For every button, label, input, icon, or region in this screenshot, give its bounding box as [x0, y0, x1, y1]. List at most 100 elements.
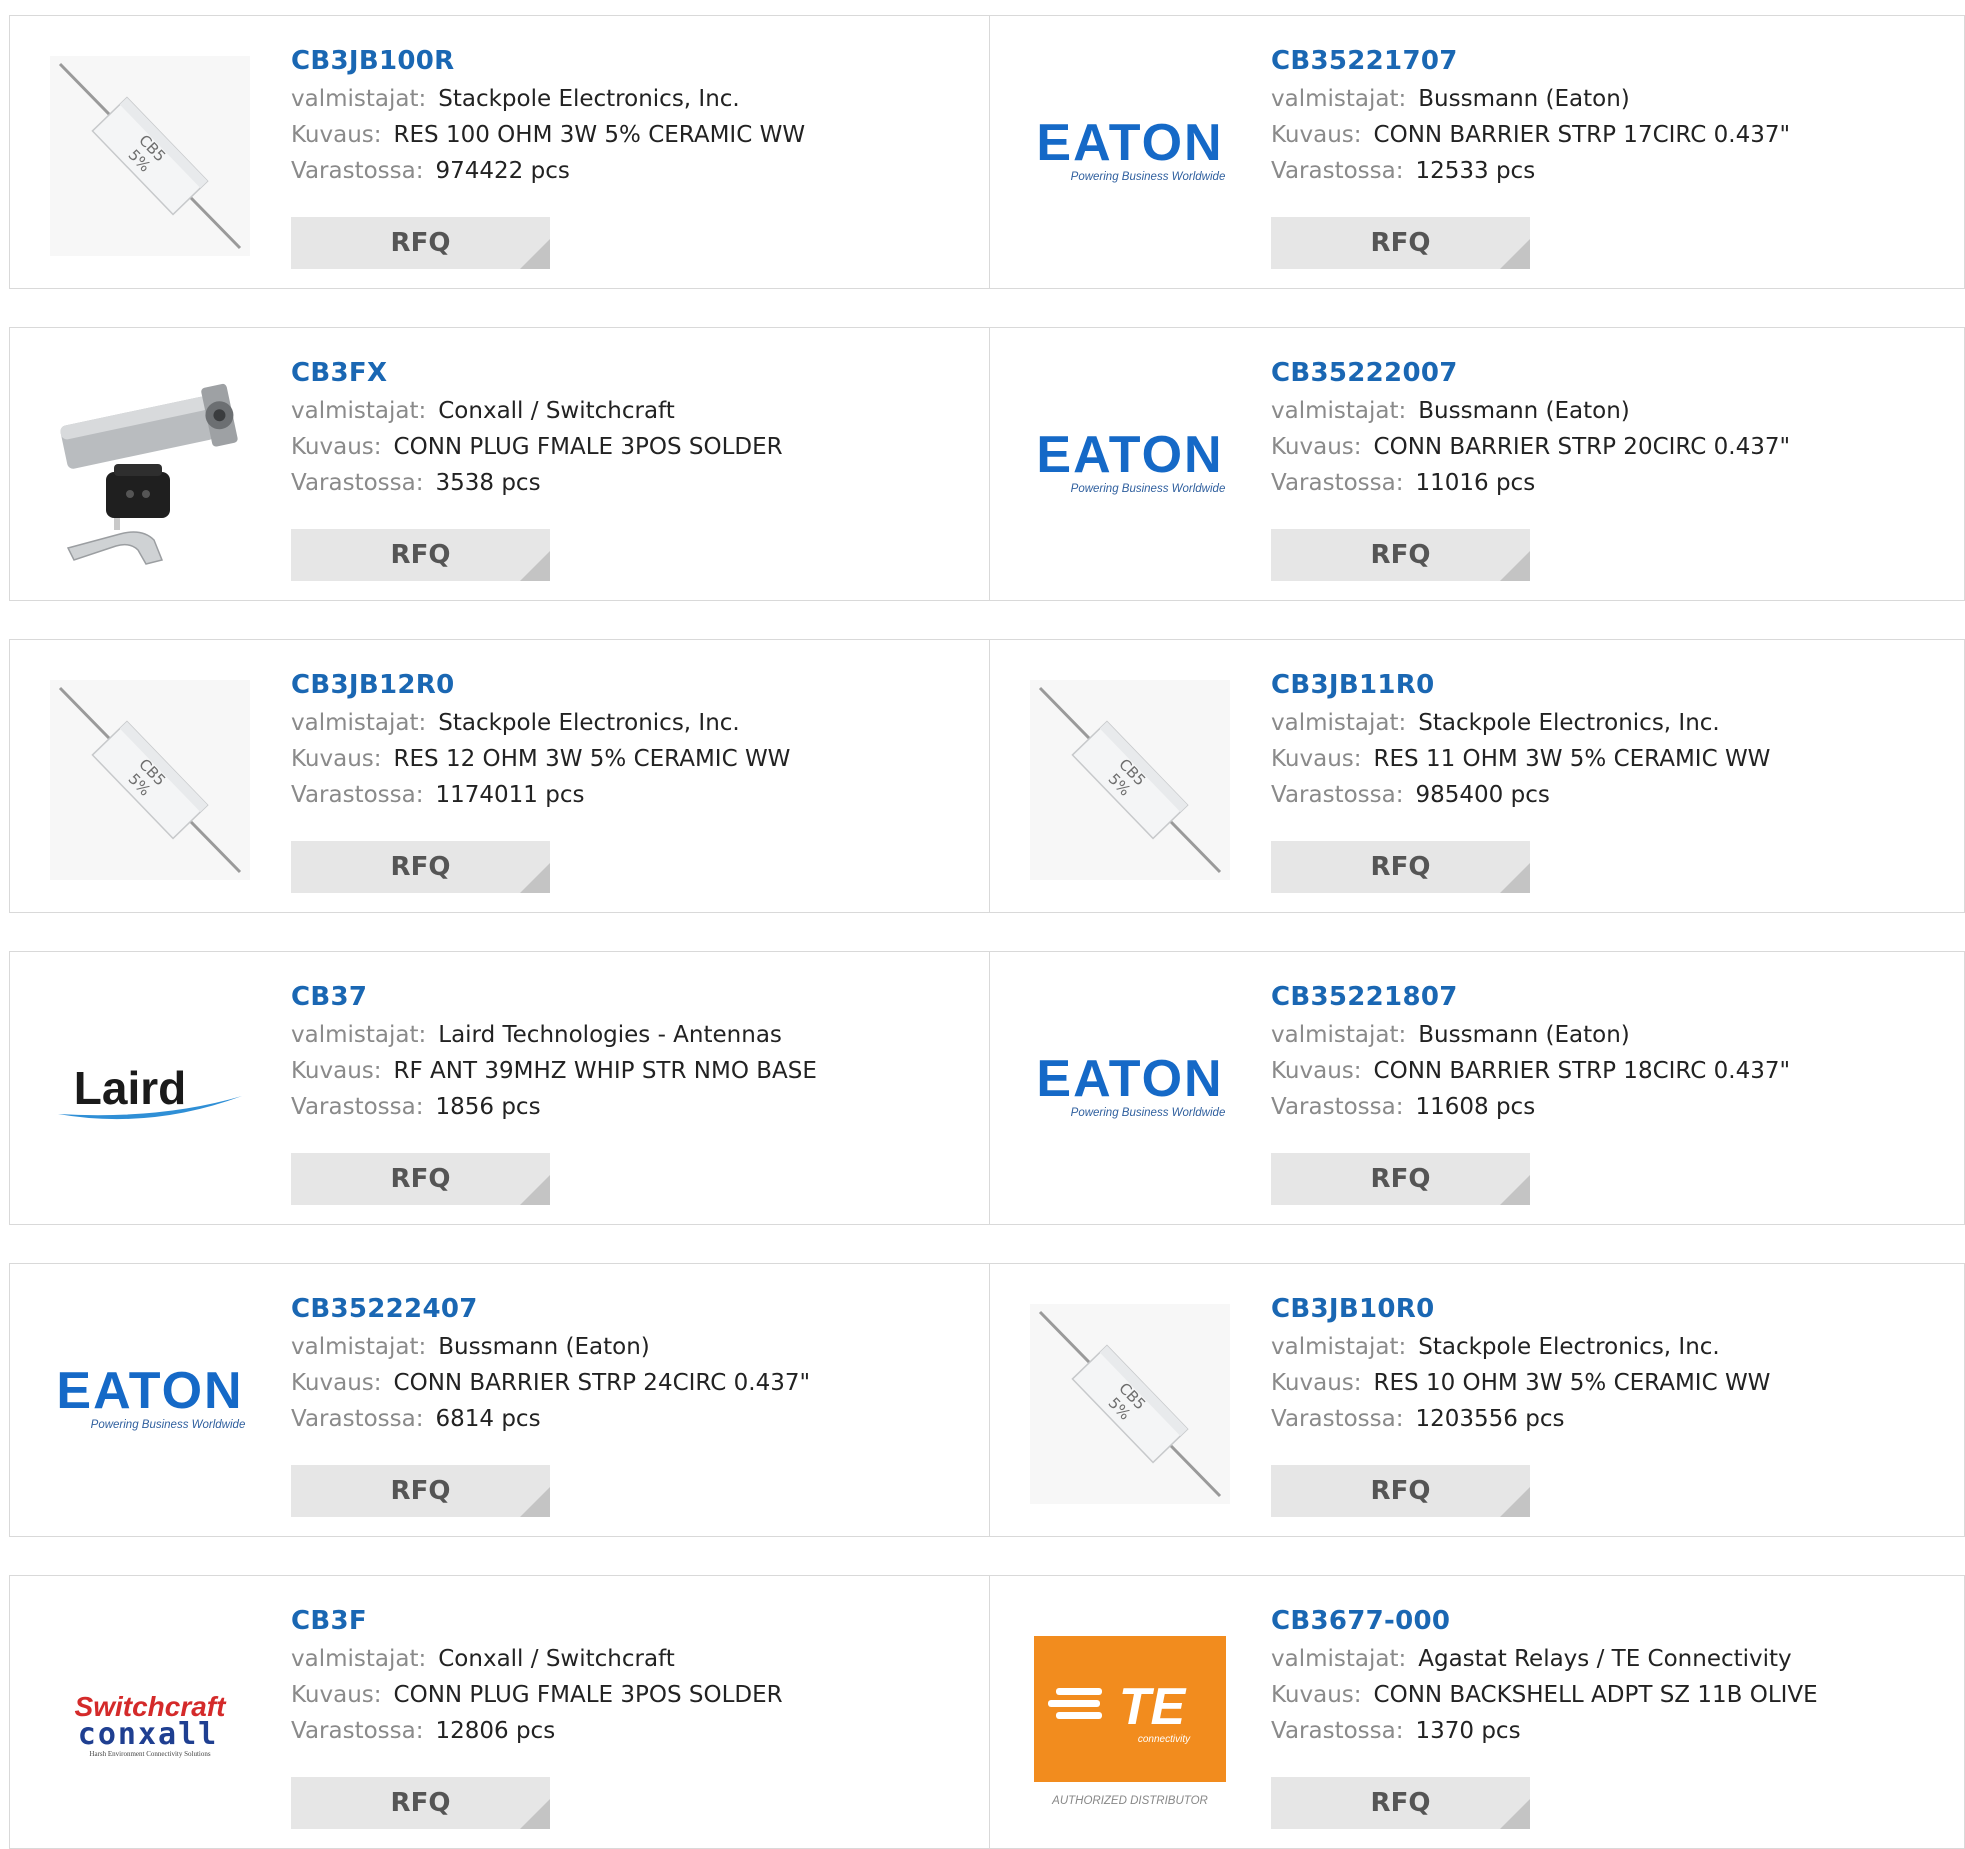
part-number-link[interactable]: CB35222007 — [1271, 360, 1790, 386]
part-number-link[interactable]: CB3FX — [291, 360, 783, 386]
product-card: EATON Powering Business Worldwide CB3522… — [989, 952, 1965, 1224]
rfq-label: RFQ — [390, 1164, 451, 1194]
svg-text:EATON: EATON — [1036, 1050, 1223, 1108]
part-number-link[interactable]: CB3JB11R0 — [1271, 672, 1770, 698]
resistor-image[interactable]: CB5 5% — [50, 680, 250, 880]
stock-line: Varastossa: 12806 pcs — [291, 1720, 783, 1743]
laird-logo[interactable]: Laird — [50, 992, 250, 1192]
product-row: CB3FX valmistajat: Conxall / Switchcraft … — [9, 327, 1965, 601]
part-number-link[interactable]: CB35221707 — [1271, 48, 1790, 74]
stock-line: Varastossa: 1203556 pcs — [1271, 1408, 1770, 1431]
corner-triangle-icon — [520, 1799, 550, 1829]
rfq-button[interactable]: RFQ — [291, 529, 550, 581]
stock-label: Varastossa: — [1271, 1406, 1404, 1432]
rfq-button[interactable]: RFQ — [1271, 529, 1530, 581]
part-number-link[interactable]: CB3JB100R — [291, 48, 805, 74]
corner-triangle-icon — [520, 863, 550, 893]
part-number-link[interactable]: CB3F — [291, 1608, 783, 1634]
manufacturer-label: valmistajat: — [291, 1646, 427, 1672]
product-info: CB35222407 valmistajat: Bussmann (Eaton) … — [291, 1296, 810, 1431]
manufacturer-line: valmistajat: Agastat Relays / TE Connecti… — [1271, 1648, 1818, 1671]
stock-value: 1203556 pcs — [1415, 1406, 1565, 1432]
connector-plug-illustration — [60, 383, 238, 565]
description-line: Kuvaus: CONN BACKSHELL ADPT SZ 11B OLIVE — [1271, 1684, 1818, 1707]
part-number-link[interactable]: CB35222407 — [291, 1296, 810, 1322]
rfq-button[interactable]: RFQ — [291, 1153, 550, 1205]
rfq-button[interactable]: RFQ — [291, 1777, 550, 1829]
product-row: EATON Powering Business Worldwide CB3522… — [9, 1263, 1965, 1537]
svg-text:Harsh Environment Connectivity: Harsh Environment Connectivity Solutions — [89, 1750, 210, 1758]
resistor-image[interactable]: CB5 5% — [50, 56, 250, 256]
manufacturer-label: valmistajat: — [1271, 398, 1407, 424]
resistor-image[interactable]: CB5 5% — [1030, 1304, 1230, 1504]
rfq-button[interactable]: RFQ — [291, 1465, 550, 1517]
part-number-link[interactable]: CB3JB10R0 — [1271, 1296, 1770, 1322]
corner-triangle-icon — [1500, 1487, 1530, 1517]
stock-label: Varastossa: — [291, 158, 424, 184]
rfq-button[interactable]: RFQ — [1271, 217, 1530, 269]
product-card: CB5 5% CB3JB12R0 valmistajat: Stackpole E… — [10, 640, 989, 912]
corner-triangle-icon — [520, 1487, 550, 1517]
product-card: CB5 5% CB3JB11R0 valmistajat: Stackpole E… — [989, 640, 1965, 912]
manufacturer-label: valmistajat: — [1271, 1022, 1407, 1048]
rfq-label: RFQ — [1370, 1476, 1431, 1506]
product-card: CB3FX valmistajat: Conxall / Switchcraft … — [10, 328, 989, 600]
te-connectivity-logo[interactable]: TE connectivity AUTHORIZED DISTRIBUTOR — [1030, 1616, 1230, 1816]
description-value: CONN BARRIER STRP 20CIRC 0.437" — [1373, 434, 1791, 460]
part-number-link[interactable]: CB3JB12R0 — [291, 672, 790, 698]
rfq-label: RFQ — [1370, 540, 1431, 570]
rfq-button[interactable]: RFQ — [1271, 1465, 1530, 1517]
resistor-image[interactable]: CB5 5% — [1030, 680, 1230, 880]
description-label: Kuvaus: — [291, 746, 382, 772]
rfq-button[interactable]: RFQ — [291, 841, 550, 893]
stock-line: Varastossa: 12533 pcs — [1271, 160, 1790, 183]
corner-triangle-icon — [520, 1175, 550, 1205]
manufacturer-value: Bussmann (Eaton) — [1418, 1022, 1630, 1048]
svg-text:Powering Business Worldwide: Powering Business Worldwide — [1071, 171, 1226, 183]
part-number-link[interactable]: CB37 — [291, 984, 817, 1010]
description-value: CONN BACKSHELL ADPT SZ 11B OLIVE — [1373, 1682, 1818, 1708]
description-line: Kuvaus: RES 10 OHM 3W 5% CERAMIC WW — [1271, 1372, 1770, 1395]
eaton-logo[interactable]: EATON Powering Business Worldwide — [1030, 56, 1230, 256]
product-info: CB35222007 valmistajat: Bussmann (Eaton) … — [1271, 360, 1790, 495]
product-row: Laird CB37 valmistajat: Laird Technologie… — [9, 951, 1965, 1225]
manufacturer-line: valmistajat: Bussmann (Eaton) — [1271, 88, 1790, 111]
rfq-button[interactable]: RFQ — [291, 217, 550, 269]
eaton-logo[interactable]: EATON Powering Business Worldwide — [1030, 992, 1230, 1192]
rfq-label: RFQ — [1370, 1788, 1431, 1818]
product-info: CB37 valmistajat: Laird Technologies - An… — [291, 984, 817, 1119]
product-info: CB35221807 valmistajat: Bussmann (Eaton) … — [1271, 984, 1790, 1119]
resistor-illustration: CB5 5% — [50, 56, 250, 256]
stock-label: Varastossa: — [1271, 1718, 1404, 1744]
rfq-label: RFQ — [1370, 852, 1431, 882]
manufacturer-label: valmistajat: — [1271, 86, 1407, 112]
part-number-link[interactable]: CB3677-000 — [1271, 1608, 1818, 1634]
corner-triangle-icon — [520, 551, 550, 581]
manufacturer-line: valmistajat: Conxall / Switchcraft — [291, 1648, 783, 1671]
manufacturer-value: Bussmann (Eaton) — [1418, 398, 1630, 424]
description-value: RES 12 OHM 3W 5% CERAMIC WW — [393, 746, 791, 772]
rfq-button[interactable]: RFQ — [1271, 841, 1530, 893]
switchcraft-conxall-logo: Switchcraft conxall Harsh Environment Co… — [75, 1691, 228, 1758]
stock-label: Varastossa: — [291, 1094, 424, 1120]
description-value: RES 11 OHM 3W 5% CERAMIC WW — [1373, 746, 1771, 772]
rfq-button[interactable]: RFQ — [1271, 1153, 1530, 1205]
stock-label: Varastossa: — [291, 782, 424, 808]
manufacturer-value: Stackpole Electronics, Inc. — [438, 710, 740, 736]
product-card: Switchcraft conxall Harsh Environment Co… — [10, 1576, 989, 1848]
connector-plug-image[interactable] — [50, 368, 250, 568]
manufacturer-label: valmistajat: — [1271, 1334, 1407, 1360]
eaton-logo[interactable]: EATON Powering Business Worldwide — [1030, 368, 1230, 568]
eaton-logo: EATON Powering Business Worldwide — [1036, 114, 1226, 183]
eaton-logo[interactable]: EATON Powering Business Worldwide — [50, 1304, 250, 1504]
stock-value: 974422 pcs — [435, 158, 570, 184]
rfq-button[interactable]: RFQ — [1271, 1777, 1530, 1829]
part-number-link[interactable]: CB35221807 — [1271, 984, 1790, 1010]
switchcraft-conxall-logo[interactable]: Switchcraft conxall Harsh Environment Co… — [50, 1616, 250, 1816]
product-card: CB5 5% CB3JB10R0 valmistajat: Stackpole E… — [989, 1264, 1965, 1536]
rfq-label: RFQ — [1370, 228, 1431, 258]
manufacturer-line: valmistajat: Laird Technologies - Antenna… — [291, 1024, 817, 1047]
manufacturer-label: valmistajat: — [291, 1022, 427, 1048]
description-line: Kuvaus: RF ANT 39MHZ WHIP STR NMO BASE — [291, 1060, 817, 1083]
description-line: Kuvaus: RES 100 OHM 3W 5% CERAMIC WW — [291, 124, 805, 147]
